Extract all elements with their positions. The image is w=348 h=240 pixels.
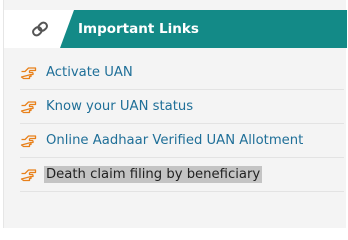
- hand-pointer-icon: [20, 66, 37, 79]
- link-death-claim-filing[interactable]: Death claim filing by beneficiary: [44, 166, 263, 183]
- panel-header: Important Links: [4, 10, 347, 48]
- list-item: Know your UAN status: [20, 90, 344, 124]
- header-tab: [4, 10, 74, 48]
- list-item: Activate UAN: [20, 56, 344, 90]
- link-activate-uan[interactable]: Activate UAN: [44, 64, 135, 81]
- list-item: Online Aadhaar Verified UAN Allotment: [20, 124, 344, 158]
- link-aadhaar-uan-allotment[interactable]: Online Aadhaar Verified UAN Allotment: [44, 132, 305, 149]
- important-links-panel: Important Links Activate UAN Know your U…: [3, 0, 347, 228]
- link-know-uan-status[interactable]: Know your UAN status: [44, 98, 195, 115]
- hand-pointer-icon: [20, 134, 37, 147]
- panel-title: Important Links: [78, 21, 199, 37]
- list-item: Death claim filing by beneficiary: [20, 158, 344, 192]
- hand-pointer-icon: [20, 100, 37, 113]
- links-list: Activate UAN Know your UAN status Online…: [20, 56, 344, 192]
- hand-pointer-icon: [20, 168, 37, 181]
